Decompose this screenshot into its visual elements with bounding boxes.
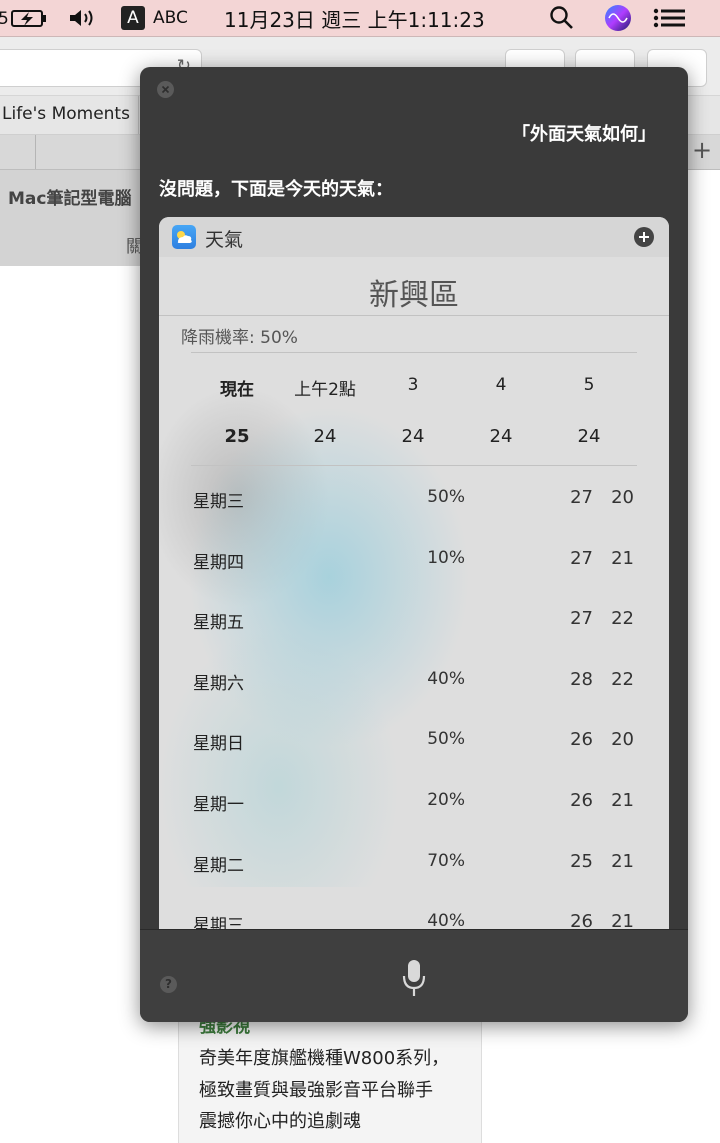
input-source-badge: A — [121, 6, 145, 30]
high-temp: 26 — [570, 729, 593, 751]
low-temp: 22 — [611, 668, 634, 690]
input-source-label: ABC — [153, 8, 188, 28]
day-name: 星期三 — [193, 916, 244, 929]
close-icon[interactable] — [157, 81, 174, 98]
precip-chance: 70% — [427, 850, 465, 871]
article-card[interactable]: 強影視 奇美年度旗艦機種W800系列， 極致畫質與最強影音平台聯手 震撼你心中的… — [178, 1010, 482, 1143]
low-temp: 21 — [611, 850, 634, 872]
siri-query: 「外面天氣如何」 — [512, 124, 656, 145]
location-title: 新興區 — [369, 278, 459, 313]
daily-row: 星期六 40% 28 22 — [159, 669, 669, 699]
battery-charging-icon[interactable]: 5 — [0, 0, 50, 36]
article-line: 奇美年度旗艦機種W800系列， — [199, 1048, 450, 1069]
daily-row: 星期五 27 22 — [159, 608, 669, 638]
card-header: 天氣 — [159, 217, 669, 257]
add-icon[interactable] — [634, 227, 654, 247]
high-temp: 27 — [570, 487, 593, 508]
list-icon[interactable] — [653, 0, 685, 36]
search-icon[interactable] — [549, 0, 575, 36]
precip-chance: 40% — [427, 911, 465, 929]
divider — [191, 465, 637, 466]
precip-chance: 20% — [427, 790, 465, 810]
page-header-area: Mac筆記型電腦 關 — [0, 170, 150, 266]
microphone-icon[interactable] — [402, 958, 426, 1002]
day-name: 星期五 — [193, 613, 244, 634]
daily-row: 星期三 50% 27 20 — [159, 487, 669, 517]
article-line: 極致畫質與最強影音平台聯手 — [199, 1080, 433, 1101]
low-temp: 20 — [611, 729, 634, 751]
daily-row: 星期日 50% 26 20 — [159, 729, 669, 759]
menubar-clock[interactable]: 11月23日 週三 上午1:11:23 — [224, 0, 485, 36]
high-temp: 26 — [570, 790, 593, 811]
low-temp: 21 — [611, 547, 634, 569]
precip-chance: 40% — [427, 668, 465, 689]
day-name: 星期日 — [193, 734, 244, 755]
day-name: 星期二 — [193, 855, 244, 876]
siri-response: 沒問題，下面是今天的天氣： — [159, 179, 393, 200]
precip-chance: 10% — [427, 547, 465, 568]
divider — [138, 96, 139, 134]
day-name: 星期六 — [193, 673, 244, 694]
high-temp: 28 — [570, 668, 593, 690]
siri-panel: 「外面天氣如何」 沒問題，下面是今天的天氣： 天氣 新興區 降雨機率: 50% … — [140, 67, 688, 1022]
daily-row: 星期四 10% 27 21 — [159, 548, 669, 578]
help-icon[interactable]: ? — [160, 976, 177, 993]
daily-row: 星期一 20% 26 21 — [159, 790, 669, 820]
divider — [35, 135, 36, 169]
input-source-menu[interactable]: A ABC — [121, 0, 188, 36]
siri-bottom-bar: ? — [140, 929, 688, 1022]
low-temp: 21 — [611, 911, 634, 929]
daily-row: 星期二 70% 25 21 — [159, 851, 669, 881]
precip-chance: 50% — [427, 729, 465, 750]
low-temp: 21 — [611, 790, 634, 811]
low-temp: 22 — [611, 608, 634, 630]
menu-bar: 5 A ABC 11月23日 週三 上午1:11:23 — [0, 0, 720, 37]
high-temp: 27 — [570, 547, 593, 569]
day-name: 星期四 — [193, 552, 244, 573]
daily-row: 星期三 40% 26 21 — [159, 911, 669, 929]
volume-icon[interactable] — [68, 0, 98, 36]
day-name: 星期一 — [193, 795, 244, 815]
precip-chance: 50% — [427, 487, 465, 507]
weather-card[interactable]: 天氣 新興區 降雨機率: 50% 現在 25 上午2點 24 3 24 4 24 5 24 星期三… — [159, 217, 669, 929]
card-app-name: 天氣 — [205, 229, 244, 251]
article-line: 震撼你心中的追劇魂 — [199, 1111, 361, 1132]
high-temp: 26 — [570, 911, 593, 929]
page-heading[interactable]: Mac筆記型電腦 — [8, 184, 131, 209]
new-tab-icon[interactable]: + — [692, 136, 712, 164]
hourly-time: 5 — [583, 375, 595, 395]
low-temp: 20 — [611, 487, 634, 508]
weather-app-icon — [172, 225, 196, 249]
high-temp: 25 — [570, 850, 593, 872]
high-temp: 27 — [570, 608, 593, 630]
siri-icon[interactable] — [604, 0, 632, 36]
hourly-temp: 24 — [577, 426, 601, 447]
svg-text:5: 5 — [0, 9, 9, 29]
divider — [159, 315, 669, 316]
rain-chance: 降雨機率: 50% — [181, 328, 298, 348]
bookmark-item[interactable]: Life's Moments — [2, 104, 130, 124]
day-name: 星期三 — [193, 492, 244, 512]
divider — [191, 352, 637, 353]
